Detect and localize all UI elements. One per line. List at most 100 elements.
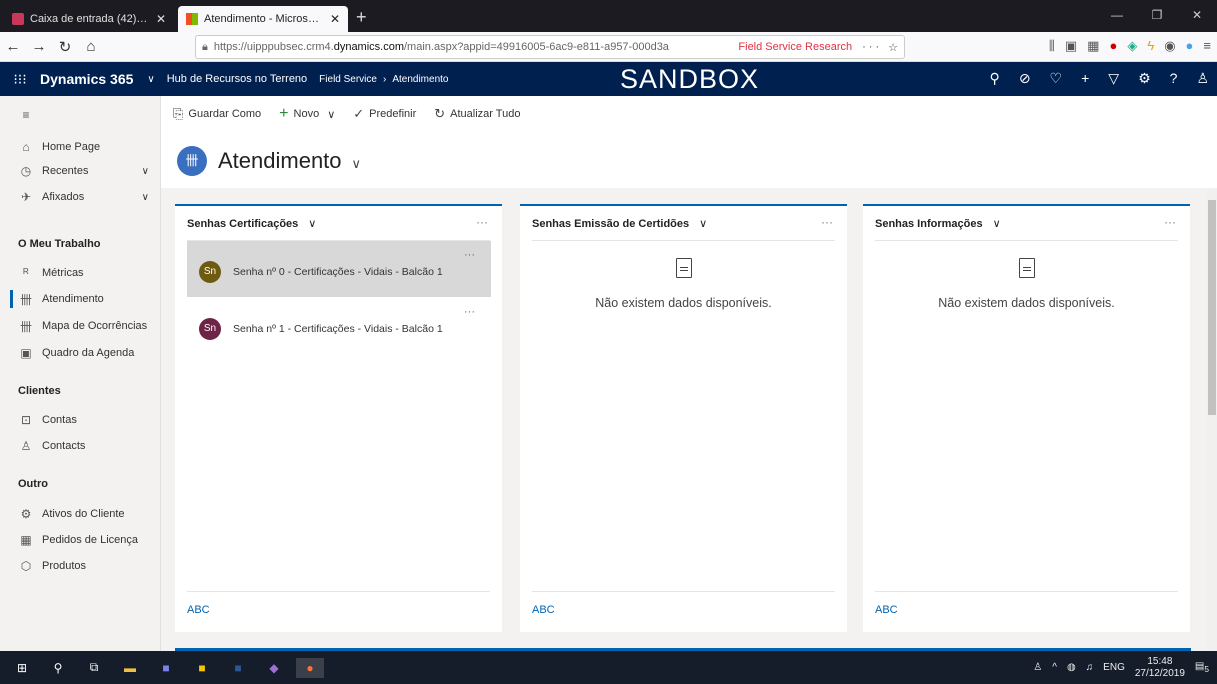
lightbulb-icon[interactable]: ♡ [1050,70,1063,87]
scrollbar-thumb[interactable] [1208,200,1216,415]
menu-icon[interactable]: ≡ [1203,38,1211,54]
panel-title[interactable]: Senhas Informações ∨ [875,217,1001,230]
sidebar-item-atendimento[interactable]: 卌 Atendimento [0,286,161,312]
sidebar-item-contacts[interactable]: ♙ Contacts [0,433,161,459]
breadcrumb-item[interactable]: Atendimento [392,74,448,85]
chevron-down-icon[interactable]: ∨ [308,218,316,230]
breadcrumb-item[interactable]: Field Service [319,74,377,85]
panel-footer-link[interactable]: ABC [875,591,1178,616]
panel-title[interactable]: Senhas Emissão de Certidões ∨ [532,217,707,230]
extension-icon[interactable]: ● [1186,38,1194,54]
save-as-button[interactable]: ⎘ Guardar Como [169,106,265,122]
sidebar-item-metricas[interactable]: ᴿ Métricas [0,260,161,286]
app-name[interactable]: Dynamics 365 [40,71,133,87]
reload-icon[interactable]: ↻ [52,38,78,56]
new-tab-button[interactable]: + [356,4,367,32]
set-default-button[interactable]: ✓ Predefinir [349,106,420,122]
sidebar-collapse-button[interactable]: ≡ [0,102,161,128]
more-options-icon[interactable]: ··· [464,249,475,261]
sidebar-item-contas[interactable]: ⊡ Contas [0,407,161,433]
people-icon[interactable]: ♙ [1033,662,1042,673]
chevron-down-icon[interactable]: ∨ [327,108,335,121]
file-explorer-icon[interactable]: ▬ [116,658,144,678]
browser-tab-inbox[interactable]: Caixa de entrada (42) - barrosel ✕ [4,6,174,32]
command-label: Atualizar Tudo [450,108,521,120]
adblock-icon[interactable]: ● [1109,38,1117,54]
address-bar[interactable]: 🔒︎ https://uipppubsec.crm4.dynamics.com/… [195,35,905,59]
close-tab-icon[interactable]: ✕ [156,12,166,26]
notifications-icon[interactable]: ▤5 [1195,661,1209,674]
chevron-up-icon[interactable]: ^ [1052,662,1057,673]
close-window-icon[interactable]: ✕ [1177,0,1217,30]
close-tab-icon[interactable]: ✕ [330,12,340,26]
teams-icon[interactable]: ■ [152,658,180,678]
page-title[interactable]: Atendimento ∨ [218,148,361,174]
sidebar-item-agenda[interactable]: ▣ Quadro da Agenda [0,340,161,366]
volume-icon[interactable]: ♫ [1086,662,1094,673]
chevron-down-icon[interactable]: ∨ [142,192,149,203]
extension-icon[interactable]: ◉ [1164,38,1175,54]
forward-icon[interactable]: → [26,38,52,55]
extension-icon[interactable]: ϟ [1147,38,1154,54]
refresh-all-button[interactable]: ↻ Atualizar Tudo [430,106,524,122]
more-options-icon[interactable]: ··· [476,215,488,229]
sidebar-item-home[interactable]: ⌂ Home Page [0,134,161,160]
clock[interactable]: 15:48 27/12/2019 [1135,656,1185,680]
browser-tab-dynamics[interactable]: Atendimento - Microsoft Dyna ✕ [178,6,348,32]
sidebar-item-pedidos[interactable]: ▦ Pedidos de Licença [0,527,161,553]
filter-icon[interactable]: ▽ [1108,70,1119,87]
more-options-icon[interactable]: ··· [464,306,475,318]
settings-icon[interactable]: ⚙ [1138,70,1151,87]
chevron-down-icon[interactable]: ∨ [142,166,149,177]
more-options-icon[interactable]: ··· [821,215,833,229]
search-icon[interactable]: ⚲ [990,70,1000,87]
list-item[interactable]: Sn Senha nº 0 - Certificações - Vidais -… [187,241,491,297]
language-indicator[interactable]: ENG [1103,662,1125,673]
plus-icon[interactable]: + [1081,70,1089,87]
extension-icon[interactable]: ▦ [1087,38,1099,54]
grid-icon: 卌 [19,292,32,307]
restore-icon[interactable]: ❐ [1137,0,1177,30]
visual-studio-icon[interactable]: ◆ [260,658,288,678]
task-view-icon[interactable]: ⧉ [80,658,108,678]
windows-start-icon[interactable]: ⊞ [8,658,36,678]
firefox-icon[interactable]: ● [296,657,324,678]
chevron-down-icon[interactable]: ∨ [147,74,154,85]
sidebar-item-label: Pedidos de Licença [42,534,139,546]
sidebar-item-produtos[interactable]: ⬡ Produtos [0,553,161,579]
help-icon[interactable]: ? [1170,70,1178,87]
chevron-down-icon[interactable]: ∨ [699,218,707,230]
page-actions-icon[interactable]: ··· [862,41,882,53]
network-icon[interactable]: ◍ [1067,662,1076,673]
mail-icon [12,13,24,25]
panel-footer-link[interactable]: ABC [187,591,490,616]
sidebar-item-ativos[interactable]: ⚙ Ativos do Cliente [0,501,161,527]
sidebar-item-mapa[interactable]: 卌 Mapa de Ocorrências [0,313,161,339]
chevron-down-icon[interactable]: ∨ [352,156,362,171]
panel-footer-link[interactable]: ABC [532,591,835,616]
word-icon[interactable]: ■ [224,658,252,678]
sticky-notes-icon[interactable]: ■ [188,658,216,678]
extension-icon[interactable]: ◈ [1127,38,1137,54]
sidebar-item-recent[interactable]: ◷ Recentes ∨ [0,158,161,184]
new-button[interactable]: + Novo ∨ [275,105,339,123]
app-launcher-icon[interactable]: ⁝⁝⁝ [0,71,40,88]
sidebar-icon[interactable]: ▣ [1065,38,1077,54]
bookmark-link[interactable]: Field Service Research [738,41,852,53]
user-icon[interactable]: ♙ [1196,70,1209,87]
search-icon[interactable]: ⚲ [44,658,72,678]
back-icon[interactable]: ← [0,38,26,55]
minimize-icon[interactable]: — [1097,0,1137,30]
library-icon[interactable]: ⫼ [1049,38,1055,54]
page-scrollbar[interactable] [1207,188,1217,651]
panel-title[interactable]: Senhas Certificações ∨ [187,217,316,230]
task-icon[interactable]: ⊘ [1019,70,1031,87]
tab-title: Caixa de entrada (42) - barrosel [30,13,150,25]
home-icon[interactable]: ⌂ [78,38,104,55]
sidebar-item-pinned[interactable]: ✈ Afixados ∨ [0,184,161,210]
chevron-down-icon[interactable]: ∨ [993,218,1001,230]
more-options-icon[interactable]: ··· [1164,215,1176,229]
list-item[interactable]: Sn Senha nº 1 - Certificações - Vidais -… [187,298,491,354]
empty-state-text: Não existem dados disponíveis. [595,296,772,310]
bookmark-star-icon[interactable]: ☆ [888,41,898,54]
